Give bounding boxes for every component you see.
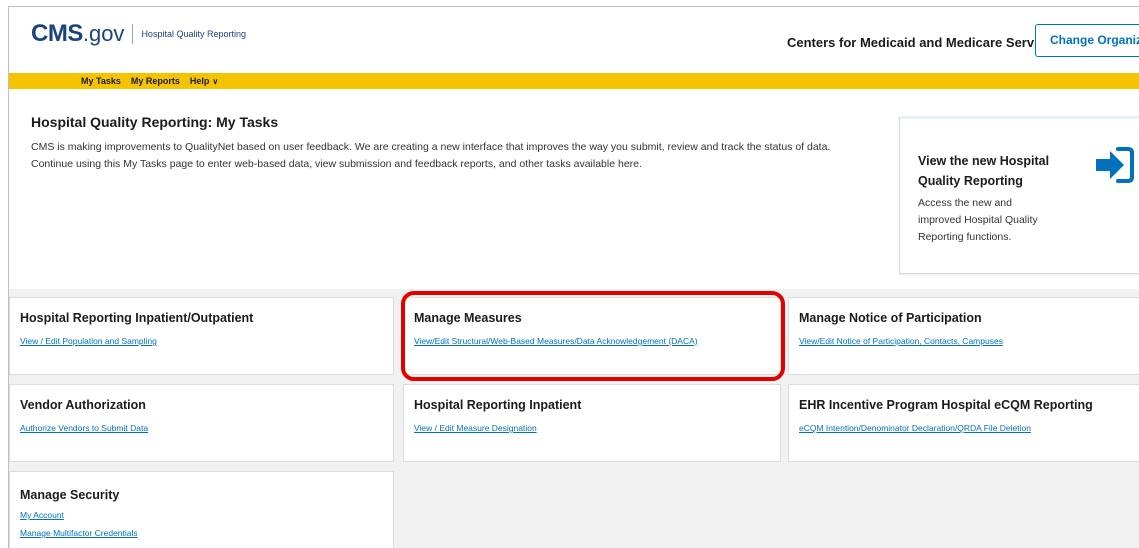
chevron-down-icon: ∨ bbox=[212, 77, 219, 86]
tile-title: Hospital Reporting Inpatient/Outpatient bbox=[20, 311, 254, 325]
tile-link[interactable]: View / Edit Measure Designation bbox=[414, 423, 537, 433]
logo-subtitle: Hospital Quality Reporting bbox=[141, 29, 246, 39]
nav-my-tasks[interactable]: My Tasks bbox=[81, 76, 121, 86]
tile-link[interactable]: View/Edit Structural/Web-Based Measures/… bbox=[414, 336, 698, 346]
organization-name: Centers for Medicaid and Medicare Servic… bbox=[787, 35, 1060, 50]
nav-help[interactable]: Help ∨ bbox=[190, 76, 218, 86]
tile-manage-measures: Manage Measures View/Edit Structural/Web… bbox=[403, 297, 781, 375]
tile-manage-notice-of-participation: Manage Notice of Participation View/Edit… bbox=[788, 297, 1139, 375]
tile-link[interactable]: View / Edit Population and Sampling bbox=[20, 336, 157, 346]
tile-link[interactable]: eCQM Intention/Denominator Declaration/Q… bbox=[799, 423, 1031, 433]
tile-title: Manage Notice of Participation bbox=[799, 311, 982, 325]
tile-title: Hospital Reporting Inpatient bbox=[414, 398, 582, 412]
tile-title: Manage Measures bbox=[414, 311, 522, 325]
site-header: CMS .gov Hospital Quality Reporting Cente… bbox=[9, 7, 1139, 73]
sign-in-arrow-icon bbox=[1096, 147, 1134, 183]
tile-manage-security: Manage Security My Account Manage Multif… bbox=[9, 471, 394, 548]
nav-my-reports[interactable]: My Reports bbox=[131, 76, 180, 86]
tile-title: Vendor Authorization bbox=[20, 398, 146, 412]
promo-description: Access the new and improved Hospital Qua… bbox=[918, 197, 1038, 243]
tile-link[interactable]: Authorize Vendors to Submit Data bbox=[20, 423, 148, 433]
tile-link-manage-multifactor[interactable]: Manage Multifactor Credentials bbox=[20, 528, 138, 538]
intro-text: CMS is making improvements to QualityNet… bbox=[31, 141, 831, 170]
page-title: Hospital Quality Reporting: My Tasks bbox=[31, 114, 279, 130]
tile-hospital-reporting-inpatient-outpatient: Hospital Reporting Inpatient/Outpatient … bbox=[9, 297, 394, 375]
logo-cms-text: CMS bbox=[31, 20, 83, 47]
tile-title: EHR Incentive Program Hospital eCQM Repo… bbox=[799, 398, 1093, 412]
tile-hospital-reporting-inpatient: Hospital Reporting Inpatient View / Edit… bbox=[403, 384, 781, 462]
logo-divider bbox=[132, 24, 134, 44]
tile-vendor-authorization: Vendor Authorization Authorize Vendors t… bbox=[9, 384, 394, 462]
logo-gov-text: .gov bbox=[82, 21, 125, 46]
new-hqr-promo-card[interactable]: View the new Hospital Quality Reporting … bbox=[899, 116, 1139, 274]
promo-title: View the new Hospital Quality Reporting bbox=[918, 154, 1050, 188]
cms-logo[interactable]: CMS .gov Hospital Quality Reporting bbox=[31, 19, 246, 49]
tile-link-my-account[interactable]: My Account bbox=[20, 510, 64, 520]
tile-title: Manage Security bbox=[20, 488, 120, 502]
change-organization-button[interactable]: Change Organization bbox=[1035, 24, 1139, 57]
nav-help-label: Help bbox=[189, 76, 210, 86]
tile-link[interactable]: View/Edit Notice of Participation, Conta… bbox=[799, 336, 1003, 346]
app-frame: CMS .gov Hospital Quality Reporting Cente… bbox=[8, 6, 1139, 548]
tile-ehr-incentive-program: EHR Incentive Program Hospital eCQM Repo… bbox=[788, 384, 1139, 462]
main-nav: My Tasks My Reports Help ∨ bbox=[9, 73, 1139, 89]
